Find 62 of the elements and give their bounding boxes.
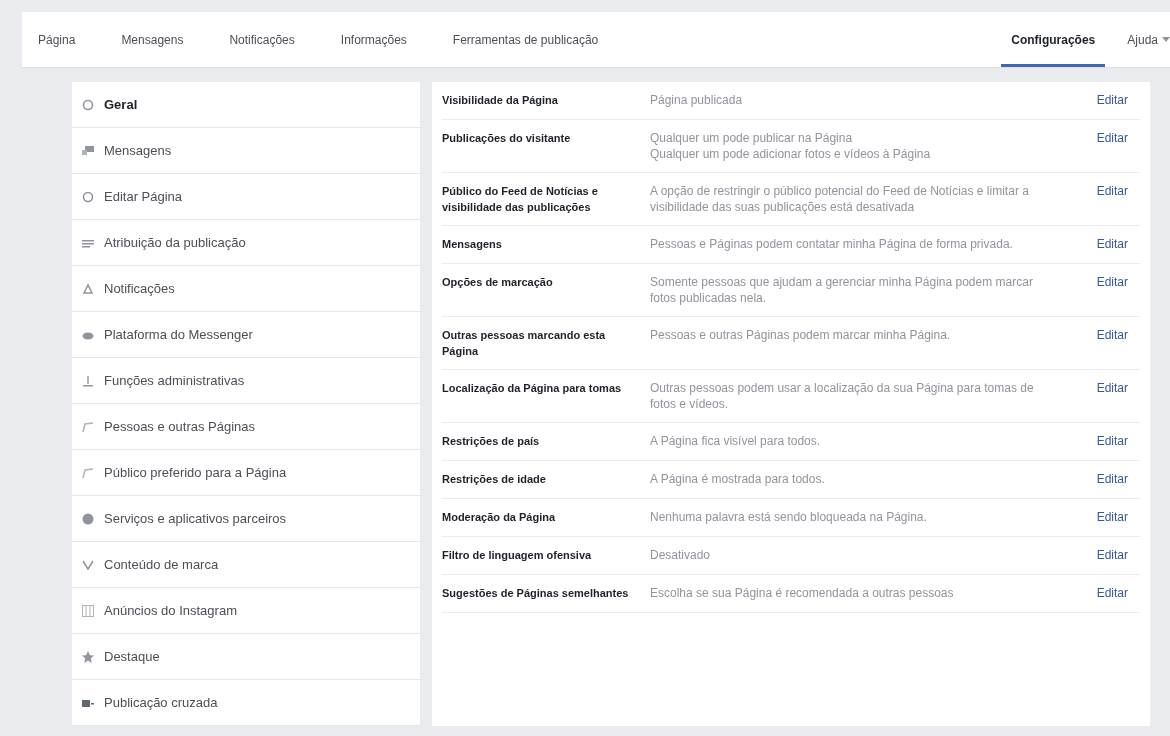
setting-name: Sugestões de Páginas semelhantes: [442, 586, 630, 601]
sidebar-item[interactable]: Notificações: [72, 266, 420, 312]
edit-link[interactable]: Editar: [1096, 433, 1128, 449]
page-tab[interactable]: Informações: [340, 12, 407, 67]
setting-description: A Página é mostrada para todos.: [650, 471, 826, 487]
edit-link[interactable]: Editar: [1096, 509, 1128, 525]
setting-name: Restrições de idade: [442, 472, 547, 487]
sidebar-item[interactable]: Público preferido para a Página: [72, 450, 420, 496]
star-icon: [82, 650, 94, 663]
sidebar-item[interactable]: Plataforma do Messenger: [72, 312, 420, 358]
setting-description: Escolha se sua Página é recomendada a outras pessoas: [650, 585, 955, 601]
setting-name: Público do Feed de Notícias e visibilidade das publicações: [442, 184, 599, 215]
setting-name: Outras pessoas marcando esta Página: [442, 328, 607, 359]
setting-name: Mensagens: [442, 237, 503, 252]
edit-link[interactable]: Editar: [1096, 327, 1128, 343]
setting-description: Somente pessoas que ajudam a gerenciar minha Página podem marcar fotos publicadas nela.: [650, 274, 1034, 306]
sidebar-item[interactable]: Mensagens: [72, 128, 420, 174]
edit-link[interactable]: Editar: [1096, 183, 1128, 199]
edit-link[interactable]: Editar: [1096, 92, 1128, 108]
sidebar-item[interactable]: Serviços e aplicativos parceiros: [72, 496, 420, 542]
sidebar-item[interactable]: Pessoas e outras Páginas: [72, 404, 420, 450]
setting-description: Nenhuma palavra está sendo bloqueada na Página.: [650, 509, 928, 525]
sidebar-item[interactable]: Conteúdo de marca: [72, 542, 420, 588]
page-tab[interactable]: Configurações: [1001, 12, 1106, 67]
setting-description: Pessoas e outras Páginas podem marcar minha Página.: [650, 327, 952, 343]
chat-icon: [82, 144, 94, 157]
setting-description: Pessoas e Páginas podem contatar minha Página de forma privada.: [650, 236, 1014, 252]
sidebar-item[interactable]: Geral: [72, 82, 420, 128]
setting-name: Filtro de linguagem ofensiva: [442, 548, 593, 563]
edit-link[interactable]: Editar: [1096, 585, 1128, 601]
setting-description: Outras pessoas podem usar a localização da sua Página para tomas de fotos e vídeos.: [650, 380, 1035, 412]
page-tab[interactable]: Página: [38, 12, 76, 67]
edit-link[interactable]: Editar: [1096, 274, 1128, 290]
setting-name: Publicações do visitante: [442, 131, 572, 146]
setting-description: Página publicada: [650, 92, 744, 108]
setting-name: Visibilidade da Página: [442, 93, 559, 108]
sidebar-item[interactable]: Destaque: [72, 634, 420, 680]
page-tab[interactable]: Ajuda: [1127, 12, 1170, 67]
edit-link[interactable]: Editar: [1096, 471, 1128, 487]
sidebar-item[interactable]: Anúncios do Instagram: [72, 588, 420, 634]
page-tab[interactable]: Mensagens: [121, 12, 184, 67]
edit-link[interactable]: Editar: [1096, 130, 1128, 146]
edit-link[interactable]: Editar: [1096, 236, 1128, 252]
grid-icon: [82, 604, 94, 617]
setting-description: A opção de restringir o público potencial do Feed de Notícias e limitar a visibilidade das suas publicações está desativada: [650, 183, 1030, 215]
page-tab[interactable]: Ferramentas de publicação: [452, 12, 599, 67]
sidebar-item[interactable]: Funções administrativas: [72, 358, 420, 404]
setting-name: Localização da Página para tomas: [442, 381, 623, 396]
sidebar-item[interactable]: Atribuição da publicação: [72, 220, 420, 266]
sidebar-item[interactable]: Publicação cruzada: [72, 680, 420, 726]
setting-description: Desativado: [650, 547, 712, 563]
circle-icon: [82, 190, 94, 203]
setting-description: Qualquer um pode adicionar fotos e vídeos à Página: [650, 146, 932, 162]
sidebar-item[interactable]: Editar Página: [72, 174, 420, 220]
edit-link[interactable]: Editar: [1096, 547, 1128, 563]
setting-name: Opções de marcação: [442, 275, 554, 290]
page-tab[interactable]: Notificações: [229, 12, 295, 67]
setting-description: A Página fica visível para todos.: [650, 433, 822, 449]
setting-description: Qualquer um pode publicar na Página: [650, 130, 854, 146]
edit-link[interactable]: Editar: [1096, 380, 1128, 396]
setting-name: Restrições de país: [442, 434, 541, 449]
setting-name: Moderação da Página: [442, 510, 557, 525]
